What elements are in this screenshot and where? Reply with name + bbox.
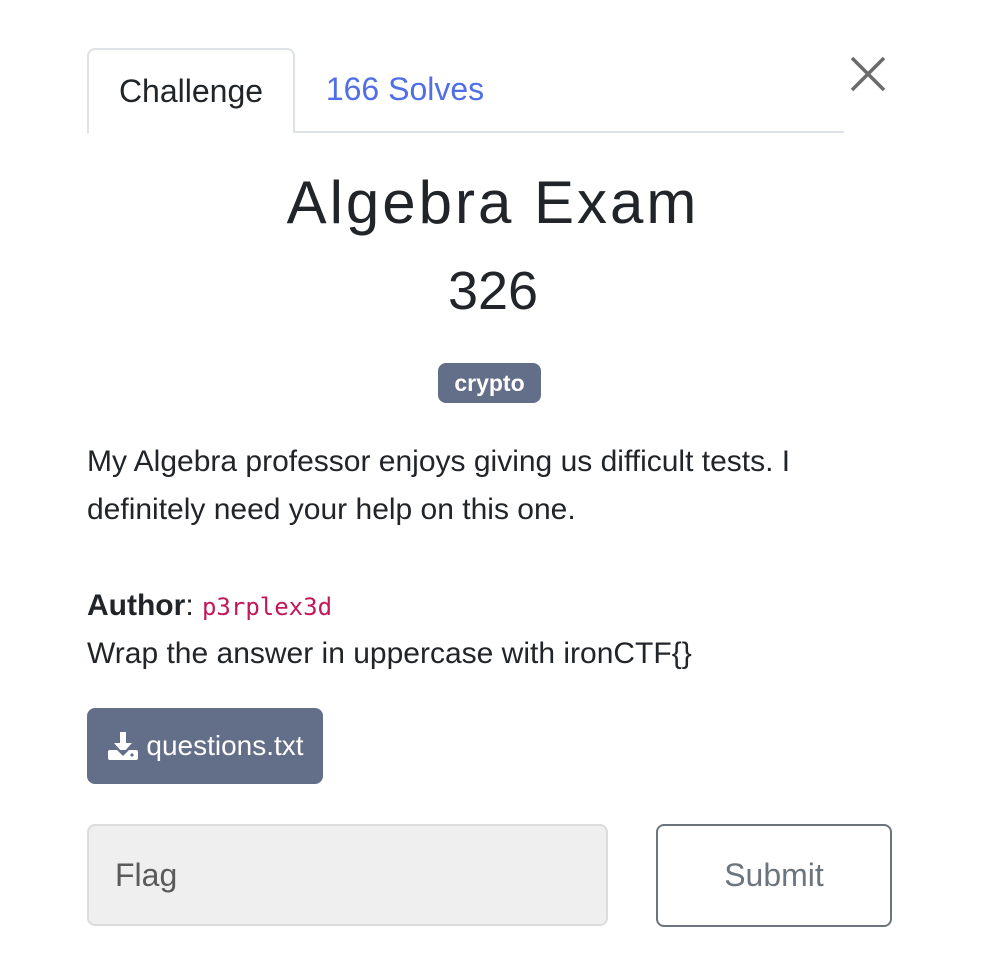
close-button[interactable] — [850, 56, 886, 92]
tab-challenge-label: Challenge — [118, 73, 264, 109]
author-line: Author: p3rplex3d — [87, 589, 333, 622]
challenge-modal: Challenge 166 Solves Algebra Exam 326 cr… — [0, 0, 986, 968]
close-icon — [850, 56, 886, 92]
flag-input[interactable] — [87, 824, 608, 926]
tab-solves-label: 166 Solves — [325, 71, 485, 107]
challenge-value: 326 — [447, 261, 539, 321]
category-tag: crypto — [438, 363, 541, 403]
download-icon — [108, 732, 139, 760]
download-file-button[interactable]: questions.txt — [87, 708, 323, 784]
tab-challenge[interactable]: Challenge — [87, 48, 295, 133]
challenge-title: Algebra Exam — [286, 169, 700, 236]
file-name: questions.txt — [146, 730, 304, 761]
challenge-description: My Algebra professor enjoys giving us di… — [87, 445, 791, 526]
wrap-instructions: Wrap the answer in uppercase with ironCT… — [87, 637, 692, 670]
tab-bar: Challenge 166 Solves — [87, 48, 844, 133]
author-label: Author — [87, 589, 186, 622]
tab-solves[interactable]: 166 Solves — [295, 48, 515, 131]
author-name: p3rplex3d — [201, 593, 333, 621]
submit-button[interactable]: Submit — [656, 824, 892, 927]
